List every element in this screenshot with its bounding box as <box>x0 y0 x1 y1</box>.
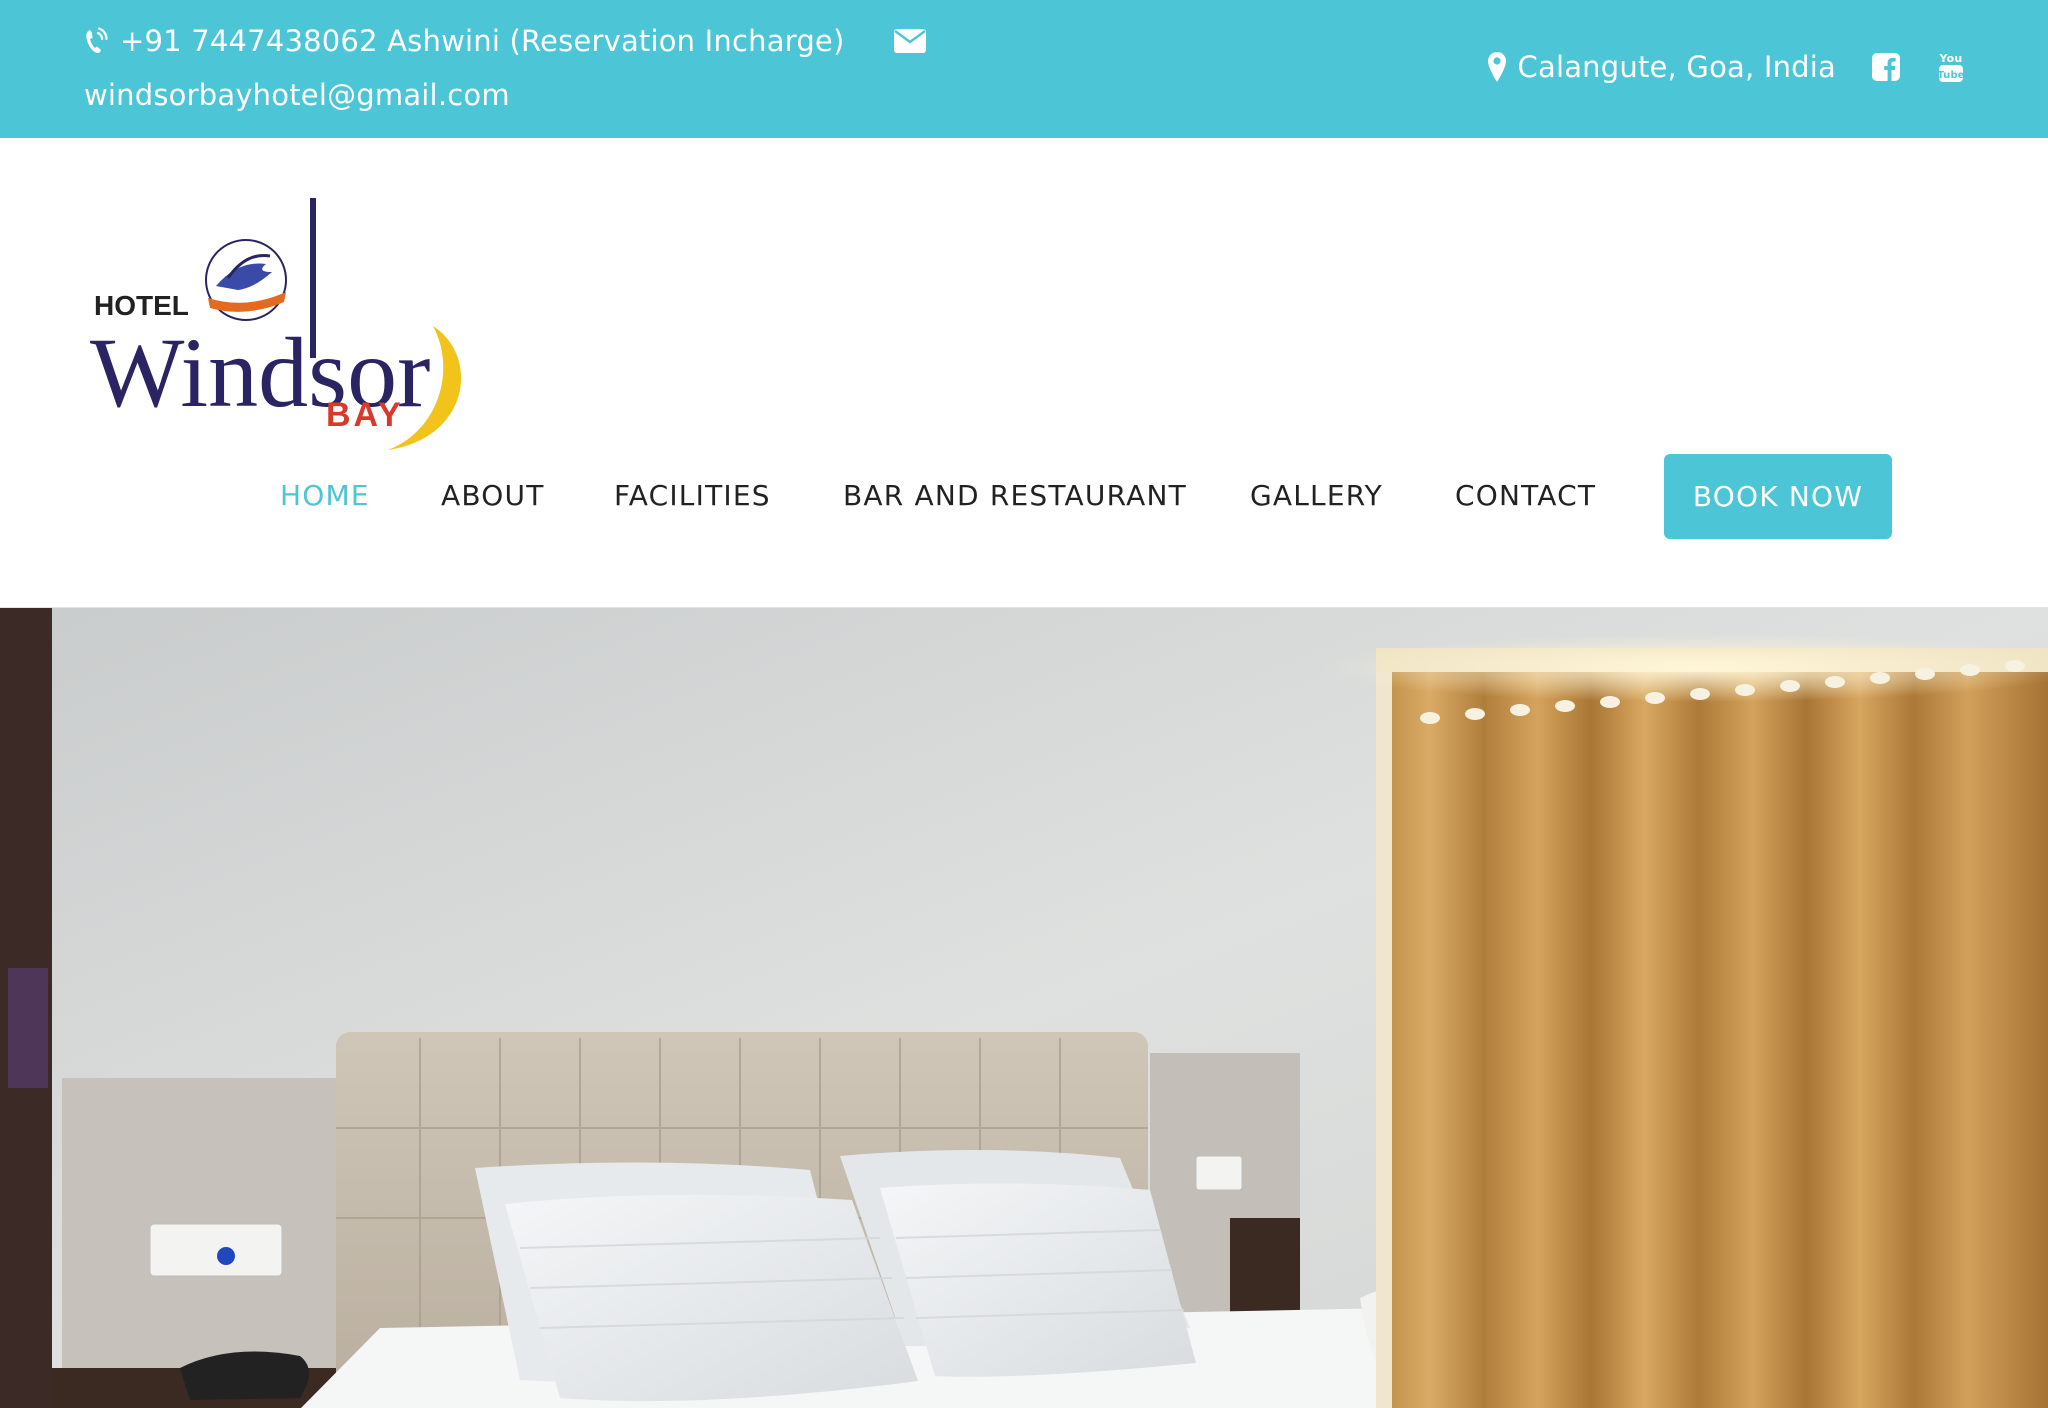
phone-volume-icon <box>86 27 108 54</box>
top-contact-bar: +91 7447438062 Ashwini (Reservation Inch… <box>0 0 2048 138</box>
svg-text:Tube: Tube <box>1938 70 1964 81</box>
phone-row: +91 7447438062 Ashwini (Reservation Inch… <box>84 24 927 58</box>
main-navigation: HOME ABOUT FACILITIES BAR AND RESTAURANT… <box>0 454 2048 540</box>
map-marker-icon <box>1487 52 1506 82</box>
youtube-icon[interactable]: You Tube <box>1938 51 1964 83</box>
nav-bar-and-restaurant[interactable]: BAR AND RESTAURANT <box>843 479 1187 512</box>
logo-bay-word: BAY <box>326 396 404 434</box>
nav-home[interactable]: HOME <box>280 479 370 512</box>
nav-gallery[interactable]: GALLERY <box>1250 479 1383 512</box>
book-now-button[interactable]: BOOK NOW <box>1664 454 1892 539</box>
nav-contact[interactable]: CONTACT <box>1455 479 1596 512</box>
nav-facilities[interactable]: FACILITIES <box>614 479 771 512</box>
hotel-room-illustration <box>0 608 2048 1408</box>
nav-about[interactable]: ABOUT <box>441 479 545 512</box>
email-link[interactable]: windsorbayhotel@gmail.com <box>84 78 510 112</box>
location-text: Calangute, Goa, India <box>1517 50 1836 84</box>
facebook-square-icon[interactable] <box>1872 53 1900 81</box>
phone-text[interactable]: +91 7447438062 Ashwini (Reservation Inch… <box>120 24 844 58</box>
svg-text:You: You <box>1939 52 1963 65</box>
location-row: Calangute, Goa, India <box>1487 50 1836 84</box>
envelope-icon[interactable] <box>894 29 927 53</box>
hero-room-image <box>0 607 2048 1408</box>
